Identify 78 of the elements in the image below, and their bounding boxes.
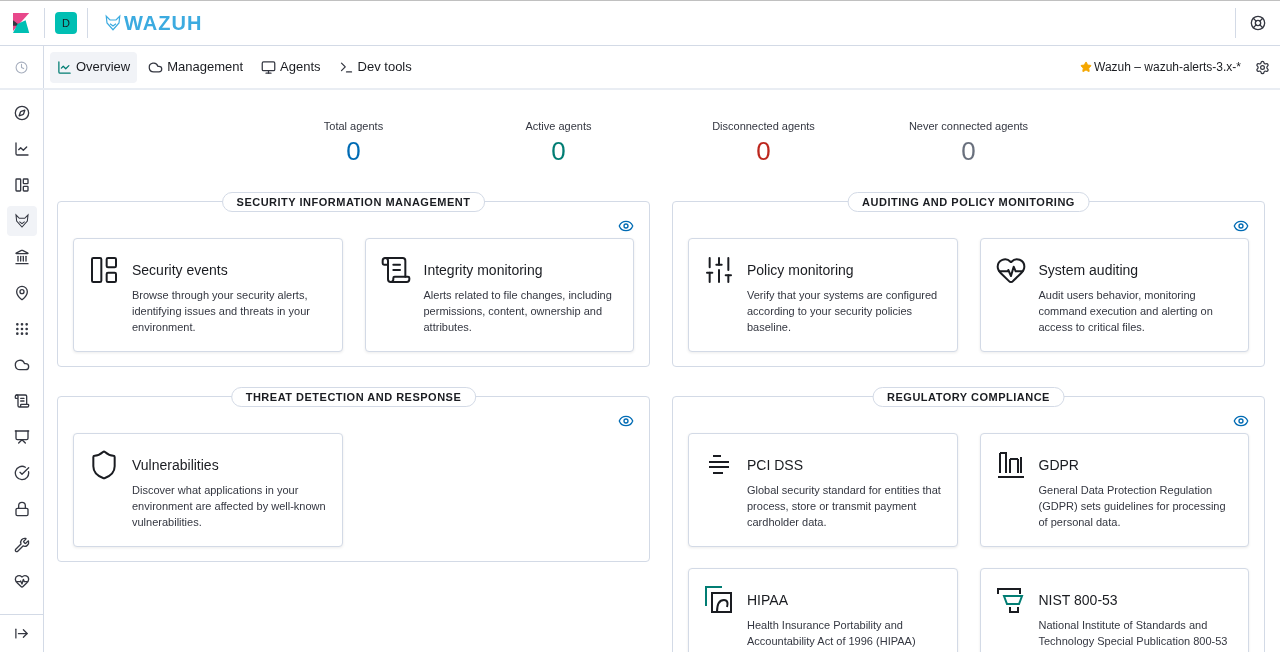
heart-pulse-icon (13, 573, 30, 589)
nav-tab[interactable]: Management (141, 51, 251, 83)
card-description: Discover what applications in your environment are affected by well-known vulnerabilities. (132, 483, 327, 530)
module-card[interactable]: Security events Browse through your security alerts, identifying issues and threats in your environment. (73, 238, 343, 352)
card-title: Integrity monitoring (423, 261, 544, 279)
module-card[interactable]: GDPR General Data Protection Regulation (GDPR) sets guidelines for processing of personal data. (979, 433, 1249, 547)
card-description: General Data Protection Regulation (GDPR) sets guidelines for processing of personal data. (1038, 483, 1227, 530)
scroll-icon (379, 254, 412, 286)
card-title: Policy monitoring (747, 261, 855, 279)
card-title: PCI DSS (747, 456, 804, 474)
nav-tab[interactable]: Agents (254, 51, 328, 83)
eye-icon[interactable] (618, 413, 634, 429)
module-card[interactable]: PCI DSS Global security standard for entities that process, store or transmit payment cardholder data. (688, 433, 958, 547)
help-icon[interactable] (1250, 15, 1266, 31)
check-circle-icon (13, 465, 30, 481)
building-icon (13, 249, 30, 265)
card-title: GDPR (1038, 456, 1080, 474)
nav-tab[interactable]: Dev tools (331, 51, 419, 83)
card-description: Audit users behavior, monitoring command execution and alerting on access to critical files. (1038, 288, 1214, 335)
module-card[interactable]: Vulnerabilities Discover what applications in your environment are affected by well-known vulnerabilities. (73, 433, 343, 547)
index-pattern[interactable]: Wazuh – wazuh-alerts-3.x-* (1094, 58, 1241, 76)
card-description: Verify that your systems are configured according to your security policies baseline. (747, 288, 939, 335)
stat-value[interactable]: 0 (346, 135, 361, 167)
eye-icon[interactable] (1233, 218, 1249, 234)
card-description: National Institute of Standards and Technology Special Publication 800-53 (1038, 618, 1229, 649)
stat-value[interactable]: 0 (551, 135, 566, 167)
card-description: Browse through your security alerts, identifying issues and threats in your environment. (132, 288, 311, 335)
card-title: Vulnerabilities (132, 456, 220, 474)
card-description: Alerts related to file changes, including permissions, content, ownership and attributes. (423, 288, 613, 335)
card-title: NIST 800-53 (1038, 591, 1119, 609)
frames-icon (703, 584, 735, 616)
scroll-icon (13, 393, 30, 409)
fox-icon (13, 213, 30, 229)
section-title: SECURITY INFORMATION MANAGEMENT (221, 192, 486, 212)
stat-label: Active agents (525, 119, 592, 133)
section-title: REGULATORY COMPLIANCE (872, 387, 1065, 407)
wrench-icon (13, 537, 30, 553)
chart-icon (57, 59, 72, 75)
fox-logo-icon (104, 14, 122, 32)
module-card[interactable]: Policy monitoring Verify that your systems are configured according to your security policies baseline. (688, 238, 958, 352)
card-title: System auditing (1038, 261, 1140, 279)
nav-tab[interactable]: Overview (50, 51, 138, 83)
card-title: HIPAA (747, 591, 789, 609)
settings-icon[interactable] (1255, 59, 1270, 75)
stat-value[interactable]: 0 (756, 135, 771, 167)
expand-icon[interactable] (14, 626, 29, 641)
module-card[interactable]: Integrity monitoring Alerts related to file changes, including permissions, content, ownership and attributes. (364, 238, 634, 352)
presentation-icon (13, 429, 30, 445)
stat-value[interactable]: 0 (961, 135, 976, 167)
module-card[interactable]: NIST 800-53 National Institute of Standards and Technology Special Publication 800-53 (979, 568, 1249, 652)
sidebar-item[interactable] (6, 206, 37, 236)
star-icon (1080, 61, 1093, 73)
stat-label: Total agents (323, 119, 384, 133)
module-card[interactable]: System auditing Audit users behavior, monitoring command execution and alerting on access to critical files. (979, 238, 1249, 352)
cloud-icon (13, 357, 30, 373)
logo-icon[interactable] (13, 13, 31, 33)
module-card[interactable]: HIPAA Health Insurance Portability and Accountability Act of 1996 (HIPAA) (688, 568, 958, 652)
chart-icon (13, 141, 30, 157)
eye-icon[interactable] (618, 218, 634, 234)
card-description: Global security standard for entities that process, store or transmit payment cardholder data. (747, 483, 942, 530)
stat-label: Disconnected agents (712, 119, 815, 133)
map-pin-icon (13, 285, 30, 301)
compass-icon (13, 105, 30, 121)
section-title: THREAT DETECTION AND RESPONSE (230, 387, 477, 407)
card-title: Security events (132, 261, 229, 279)
card-description: Health Insurance Portability and Accountability Act of 1996 (HIPAA) (747, 618, 917, 649)
section-title: AUDITING AND POLICY MONITORING (847, 192, 1090, 212)
stat-label: Never connected agents (908, 119, 1029, 133)
terminal-icon (338, 59, 354, 75)
sliders-icon (703, 254, 735, 286)
eye-icon[interactable] (1233, 413, 1249, 429)
layout-icon (88, 254, 120, 286)
space-avatar[interactable]: D (55, 12, 77, 34)
lock-icon (13, 501, 30, 517)
monitor-icon (261, 59, 277, 75)
layout-icon (13, 177, 30, 193)
dots-grid-icon (13, 321, 30, 337)
cloud-icon (148, 59, 164, 75)
